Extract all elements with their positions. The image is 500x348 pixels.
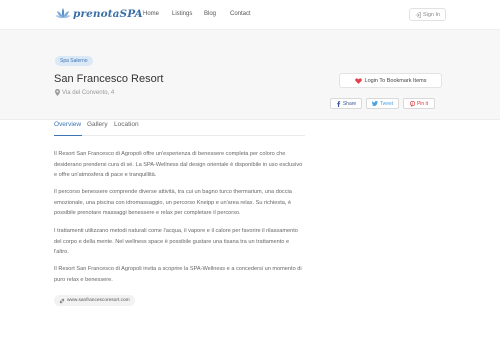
overview-paragraph: Il Resort San Francesco di Agropoli offr… [54, 151, 303, 178]
nav-item-contact[interactable]: Contact [230, 11, 251, 17]
share-facebook-label: Share [342, 100, 357, 107]
nav-item-blog[interactable]: Blog [204, 11, 216, 17]
twitter-icon [371, 101, 378, 106]
tab-overview[interactable]: Overview [54, 121, 81, 128]
brand-name: prenotaSPA [73, 8, 143, 20]
active-tab-indicator [54, 135, 82, 136]
brand-logo[interactable]: prenotaSPA [55, 7, 143, 21]
map-pin-icon [55, 89, 60, 96]
bookmark-label: Login To Bookmark Items [364, 77, 427, 84]
link-icon [59, 298, 65, 303]
website-link[interactable]: www.sanfrancescoresort.com [54, 295, 135, 306]
share-pinterest-button[interactable]: Pin it [403, 98, 435, 109]
tab-gallery[interactable]: Gallery [87, 121, 108, 128]
tab-location[interactable]: Location [114, 121, 139, 128]
share-facebook-button[interactable]: Share [330, 98, 362, 109]
bookmark-button[interactable]: Login To Bookmark Items [339, 73, 442, 88]
listing-title: San Francesco Resort [54, 73, 164, 85]
signin-label: Sign In [422, 11, 441, 18]
top-navbar: prenotaSPA Home Listings Blog Contact Si… [0, 0, 500, 30]
signin-icon [415, 11, 421, 18]
nav-item-home[interactable]: Home [143, 11, 159, 17]
address-text: Via del Convento, 4 [62, 89, 115, 96]
share-twitter-button[interactable]: Tweet [366, 98, 399, 109]
share-pinterest-label: Pin it [416, 100, 429, 107]
overview-paragraph: Il percorso benessere comprende diverse … [54, 189, 292, 216]
pinterest-icon [409, 100, 415, 107]
tab-divider [54, 135, 305, 136]
website-url: www.sanfrancescoresort.com [67, 298, 130, 303]
lotus-flower-icon [55, 8, 71, 19]
listing-address: Via del Convento, 4 [55, 89, 114, 96]
category-tag[interactable]: Spa Salerno [55, 56, 93, 66]
heart-icon [354, 77, 362, 84]
overview-paragraph: Il Resort San Francesco di Agropoli invi… [54, 266, 302, 283]
signin-button[interactable]: Sign In [409, 8, 446, 21]
nav-item-listings[interactable]: Listings [172, 11, 192, 17]
share-twitter-label: Tweet [379, 100, 394, 107]
facebook-icon [336, 100, 341, 107]
overview-paragraph: I trattamenti utilizzano metodi naturali… [54, 228, 298, 255]
